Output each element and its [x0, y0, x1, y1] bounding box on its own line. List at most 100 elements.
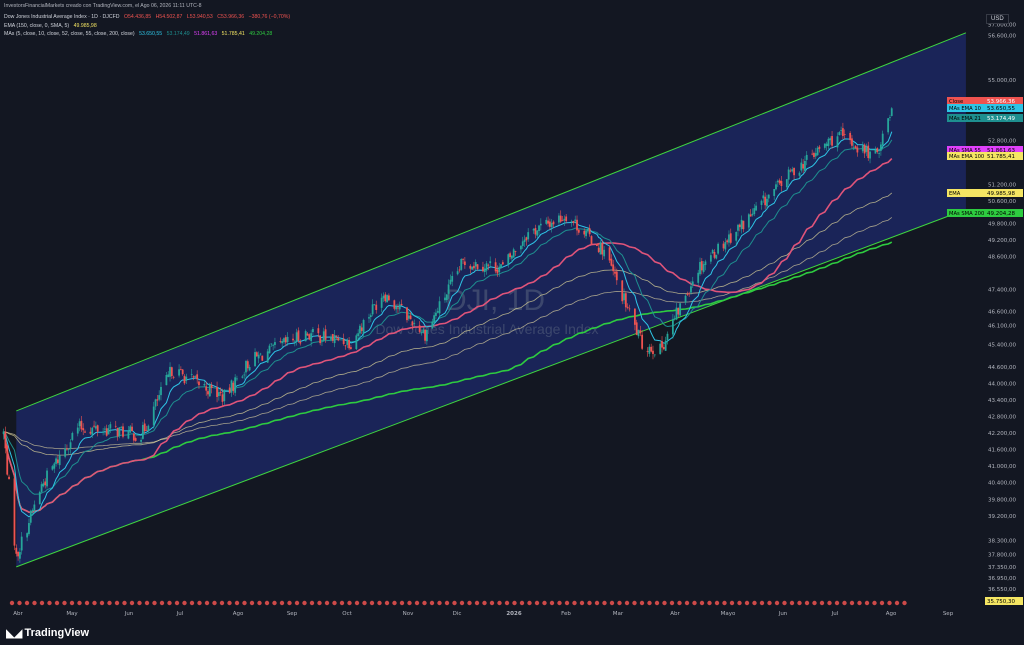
- candle-body: [603, 249, 606, 257]
- candle-body: [879, 144, 882, 151]
- candle-body: [141, 424, 144, 439]
- candle-body: [102, 431, 105, 433]
- price-chart[interactable]: DJI, 1D Dow Jones Industrial Average Inde…: [0, 0, 1024, 645]
- candle-body: [561, 220, 564, 221]
- candle: [261, 355, 264, 361]
- candle-body: [127, 430, 130, 439]
- mas-indicator-line[interactable]: MAs (5, close, 10, close, 52, close, 55,…: [4, 31, 275, 37]
- candle: [46, 467, 48, 489]
- candle-body: [626, 306, 629, 308]
- candle-body: [295, 332, 298, 342]
- candle-body: [413, 323, 416, 324]
- candle-body: [297, 330, 300, 341]
- watermark-symbol: DJI, 1D: [445, 284, 545, 317]
- candle: [679, 302, 682, 317]
- candle-body: [185, 376, 188, 381]
- brand-name: TradingView: [24, 627, 90, 639]
- candle-body: [435, 312, 437, 316]
- candle-body: [266, 351, 269, 363]
- event-marker: [752, 600, 757, 606]
- event-marker: [902, 600, 907, 606]
- candle-body: [460, 258, 463, 270]
- candle-body: [679, 303, 682, 316]
- time-tick-label: Dic: [453, 611, 462, 617]
- candle-body: [563, 218, 566, 221]
- ema-indicator-line[interactable]: EMA (150, close, 0, SMA, 5) 49.985,98: [4, 23, 100, 29]
- candle-body: [210, 384, 213, 388]
- time-tick-label: Jul: [831, 611, 839, 617]
- candle-body: [527, 232, 530, 240]
- candle-body: [279, 341, 282, 343]
- candle-body: [425, 329, 428, 342]
- price-label-value: 51.785,41: [987, 154, 1015, 160]
- event-marker: [287, 600, 292, 606]
- candle-body: [84, 431, 86, 433]
- price-label-name: EMA: [949, 191, 961, 197]
- candle-body: [66, 448, 68, 450]
- candle: [890, 107, 893, 117]
- candle-body: [67, 449, 70, 450]
- event-marker: [579, 600, 585, 606]
- candle-body: [793, 167, 795, 176]
- candle-body: [433, 315, 436, 323]
- candle: [599, 240, 602, 255]
- candle-body: [105, 428, 108, 436]
- candle-body: [359, 325, 361, 334]
- candle-body: [400, 303, 403, 306]
- candle-body: [615, 271, 618, 281]
- candle-body: [836, 136, 839, 148]
- price-axis: 57.000,0056.600,0055.000,0054.200,0053.6…: [984, 0, 1024, 604]
- ohlc-open: O54.436,85: [123, 14, 152, 20]
- candle-body: [375, 304, 378, 310]
- candle-body: [380, 297, 383, 308]
- event-marker: [564, 600, 570, 606]
- candle-body: [621, 280, 624, 302]
- candle-body: [431, 321, 434, 329]
- candle-body: [196, 374, 199, 380]
- ohlc-close: C53.966,36: [217, 14, 245, 20]
- event-marker: [339, 600, 345, 606]
- event-marker: [459, 600, 465, 606]
- candle-body: [534, 227, 537, 235]
- price-tick-label: 43.400,00: [988, 398, 1016, 404]
- candle-body: [53, 463, 56, 469]
- candle: [208, 382, 211, 397]
- candle-body: [360, 327, 363, 331]
- price-tick-label: 44.600,00: [988, 365, 1016, 371]
- time-tick-label: Sep: [943, 611, 954, 617]
- candle-body: [653, 354, 656, 356]
- event-marker: [467, 600, 472, 606]
- event-marker: [309, 600, 315, 606]
- candle-body: [510, 255, 513, 259]
- price-tick-label: 40.400,00: [988, 481, 1016, 487]
- candle-body: [523, 239, 526, 243]
- candle-body: [585, 230, 587, 237]
- event-marker: [47, 600, 52, 606]
- event-marker: [347, 600, 352, 606]
- candle-body: [662, 347, 665, 350]
- candle-body: [889, 117, 891, 118]
- symbol-name[interactable]: Dow Jones Industrial Average Index · 1D …: [4, 14, 120, 20]
- candle-body: [728, 234, 730, 243]
- event-marker: [174, 600, 180, 606]
- event-marker: [437, 600, 442, 606]
- candle-body: [545, 219, 548, 224]
- candle-body: [308, 334, 311, 340]
- event-marker: [519, 600, 525, 606]
- candle-body: [536, 230, 539, 236]
- event-marker: [54, 600, 60, 606]
- candle-body: [462, 259, 464, 260]
- candle-body: [342, 338, 345, 345]
- candle: [13, 473, 16, 551]
- candle-body: [348, 340, 351, 349]
- candle: [662, 344, 665, 351]
- candle-body: [574, 219, 577, 221]
- price-tick-label: 39.200,00: [988, 514, 1016, 520]
- candle-body: [310, 333, 313, 342]
- candle-body: [109, 424, 112, 429]
- currency-label[interactable]: USD: [986, 14, 1009, 24]
- candle: [717, 242, 720, 255]
- candle: [590, 235, 593, 246]
- event-marker: [92, 600, 97, 606]
- candle-body: [699, 262, 701, 275]
